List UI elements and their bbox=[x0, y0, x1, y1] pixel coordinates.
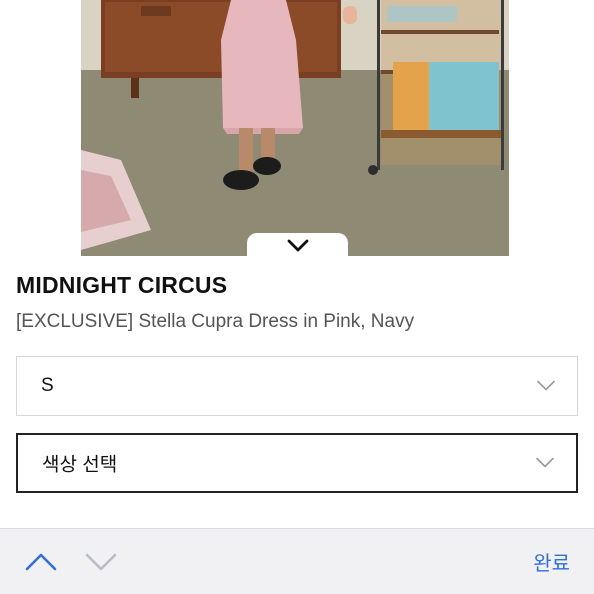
product-image-area bbox=[0, 0, 594, 263]
previous-field-button[interactable] bbox=[24, 549, 58, 573]
size-select-value: S bbox=[41, 375, 54, 396]
color-select[interactable]: 색상 선택 bbox=[16, 433, 578, 493]
chevron-down-icon bbox=[536, 457, 554, 468]
option-sheet: MIDNIGHT CIRCUS [EXCLUSIVE] Stella Cupra… bbox=[0, 256, 594, 528]
size-select[interactable]: S bbox=[16, 356, 578, 416]
chevron-down-icon bbox=[537, 380, 555, 391]
product-photo bbox=[81, 0, 509, 256]
next-field-button[interactable] bbox=[84, 549, 118, 573]
chevron-up-icon bbox=[25, 553, 57, 571]
color-select-placeholder: 색상 선택 bbox=[42, 454, 118, 476]
keyboard-accessory-toolbar: 완료 bbox=[0, 528, 594, 594]
product-photo-illustration bbox=[81, 0, 509, 256]
done-button[interactable]: 완료 bbox=[533, 547, 570, 576]
product-name: [EXCLUSIVE] Stella Cupra Dress in Pink, … bbox=[16, 311, 415, 332]
brand-name: MIDNIGHT CIRCUS bbox=[16, 272, 228, 298]
chevron-down-icon bbox=[85, 553, 117, 571]
chevron-down-icon bbox=[287, 239, 308, 252]
